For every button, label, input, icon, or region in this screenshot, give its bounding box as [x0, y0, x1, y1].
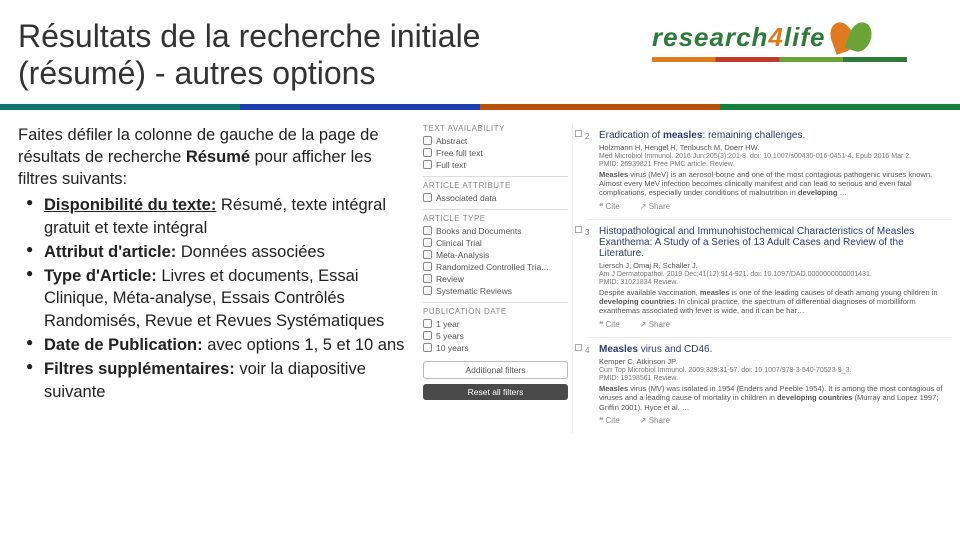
checkbox-icon[interactable]	[575, 226, 582, 233]
filter-meta-analysis[interactable]: Meta-Analysis	[423, 250, 568, 260]
result-item[interactable]: 4 Measles virus and CD46. Kemper C, Atki…	[587, 337, 952, 433]
filter-clinical-trial[interactable]: Clinical Trial	[423, 238, 568, 248]
brand-logo: research4life	[652, 22, 932, 62]
cite-button[interactable]: ❝ Cite	[599, 416, 630, 425]
filter-1year[interactable]: 1 year	[423, 319, 568, 329]
filter-books[interactable]: Books and Documents	[423, 226, 568, 236]
filter-rct[interactable]: Randomized Controlled Tria...	[423, 262, 568, 272]
share-button[interactable]: ↗ Share	[640, 416, 680, 425]
filter-sidebar: TEXT AVAILABILITY Abstract Free full tex…	[423, 124, 573, 433]
filter-10years[interactable]: 10 years	[423, 343, 568, 353]
filter-full-text[interactable]: Full text	[423, 160, 568, 170]
cite-button[interactable]: ❝ Cite	[599, 320, 630, 329]
reset-filters-button[interactable]: Reset all filters	[423, 384, 568, 400]
share-button[interactable]: ↗ Share	[640, 202, 680, 211]
filter-abstract[interactable]: Abstract	[423, 136, 568, 146]
checkbox-icon[interactable]	[575, 344, 582, 351]
cite-button[interactable]: ❝ Cite	[599, 202, 630, 211]
result-title: Measles virus and CD46.	[599, 344, 950, 355]
checkbox-icon	[423, 136, 432, 145]
leaf-icon	[831, 24, 871, 52]
result-item[interactable]: 2 Eradication of measles: remaining chal…	[587, 124, 952, 219]
filter-associated-data[interactable]: Associated data	[423, 193, 568, 203]
results-list: 2 Eradication of measles: remaining chal…	[583, 124, 952, 433]
result-item[interactable]: 3 Histopathological and Immunohistochemi…	[587, 219, 952, 337]
checkbox-icon[interactable]	[575, 130, 582, 137]
filter-free-full-text[interactable]: Free full text	[423, 148, 568, 158]
result-title: Eradication of measles: remaining challe…	[599, 130, 950, 141]
filter-5years[interactable]: 5 years	[423, 331, 568, 341]
explanation-text: Faites défiler la colonne de gauche de l…	[18, 124, 413, 433]
result-title: Histopathological and Immunohistochemica…	[599, 226, 950, 259]
share-button[interactable]: ↗ Share	[640, 320, 680, 329]
filter-review[interactable]: Review	[423, 274, 568, 284]
additional-filters-button[interactable]: Additional filters	[423, 361, 568, 379]
filter-systematic-reviews[interactable]: Systematic Reviews	[423, 286, 568, 296]
section-divider	[0, 104, 960, 110]
